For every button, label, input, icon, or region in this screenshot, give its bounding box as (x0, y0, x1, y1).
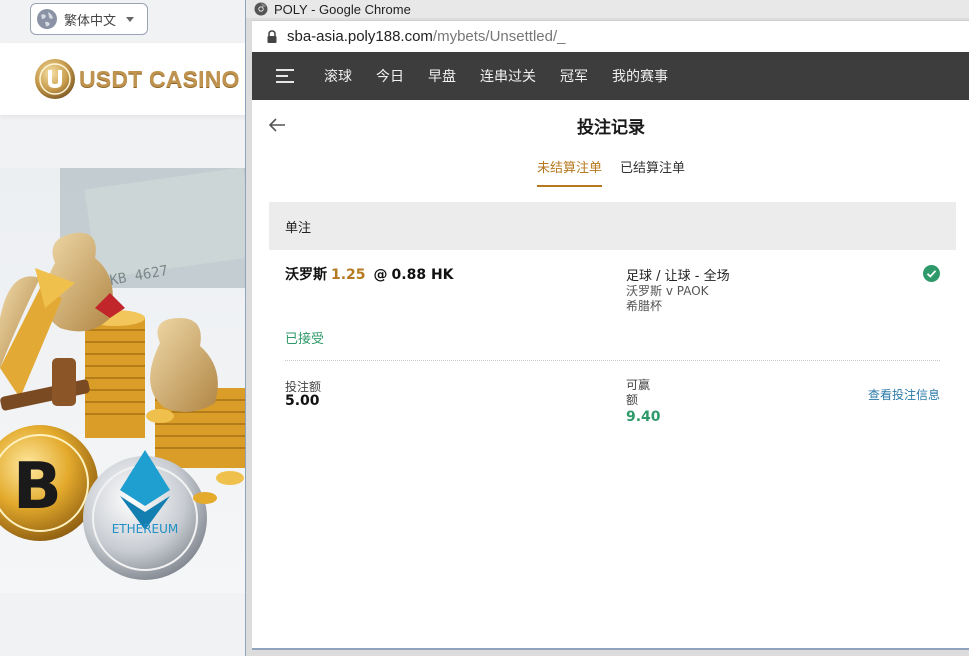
nav-item-my-events[interactable]: 我的赛事 (612, 66, 668, 86)
globe-icon (37, 9, 57, 29)
window-title: POLY - Google Chrome (274, 1, 411, 17)
window-titlebar[interactable]: POLY - Google Chrome (246, 0, 969, 18)
nav-item-parlay[interactable]: 连串过关 (480, 66, 536, 86)
url-path: /mybets/Unsettled/_ (432, 28, 566, 45)
background-casino-page: 繁体中文 USDT CASINO KB 4627 B ETHEREUM (0, 0, 250, 656)
check-circle-icon (923, 265, 940, 282)
back-arrow-icon[interactable] (266, 114, 288, 136)
ethereum-coin-label: ETHEREUM (112, 522, 179, 536)
bet-card: 沃罗斯 1.25 @0.88 HK 足球 / 让球 - 全场 沃罗斯 v PAOK … (285, 250, 940, 430)
chrome-browser-icon (254, 2, 268, 16)
tab-settled[interactable]: 已结算注单 (620, 157, 685, 185)
section-header-single-bets: 单注 (269, 202, 956, 250)
bet-selection: 沃罗斯 1.25 @0.88 HK (285, 264, 454, 284)
nav-item-today[interactable]: 今日 (376, 66, 404, 86)
divider (285, 360, 940, 361)
address-bar[interactable]: sba-asia.poly188.com/mybets/Unsettled/_ (252, 20, 969, 52)
casino-logo-emblem-icon (35, 59, 75, 99)
nav-item-outright[interactable]: 冠军 (560, 66, 588, 86)
casino-logo-bar: USDT CASINO (0, 43, 250, 115)
page-viewport: 滚球 今日 早盘 连串过关 冠军 我的赛事 投注记录 未结算注单 已结算注单 单… (252, 52, 969, 650)
bet-status-tabs: 未结算注单 已结算注单 (252, 150, 969, 190)
nav-item-early[interactable]: 早盘 (428, 66, 456, 86)
svg-text:B: B (13, 450, 62, 524)
view-bet-details-link[interactable]: 查看投注信息 (868, 386, 940, 403)
language-label: 繁体中文 (64, 13, 117, 29)
sportsbook-top-nav: 滚球 今日 早盘 连串过关 冠军 我的赛事 (252, 52, 969, 100)
page-header: 投注记录 (252, 100, 969, 150)
page-title: 投注记录 (577, 117, 645, 138)
selection-odds: 0.88 HK (391, 267, 454, 283)
selection-team: 沃罗斯 (285, 267, 327, 283)
tab-unsettled[interactable]: 未结算注单 (536, 157, 602, 187)
crypto-promo-banner: KB 4627 B ETHEREUM (0, 168, 250, 593)
url-host: sba-asia.poly188.com (287, 28, 433, 45)
lock-icon (267, 29, 277, 43)
hamburger-menu-icon[interactable] (276, 69, 294, 83)
selection-handicap: 1.25 (331, 267, 366, 283)
nav-item-inplay[interactable]: 滚球 (324, 66, 352, 86)
chrome-popup-window: POLY - Google Chrome sba-asia.poly188.co… (245, 0, 969, 656)
odds-at-symbol: @ (373, 267, 388, 283)
bet-league: 希腊杯 (626, 299, 663, 313)
chevron-down-icon (126, 16, 135, 22)
casino-logo-text: USDT CASINO (79, 65, 240, 92)
potential-win-label: 可赢额 (626, 378, 651, 407)
language-selector[interactable]: 繁体中文 (30, 3, 148, 35)
potential-win-value: 9.40 (626, 409, 661, 425)
url-text[interactable]: sba-asia.poly188.com/mybets/Unsettled/_ (287, 28, 565, 45)
stake-value: 5.00 (285, 393, 320, 409)
bet-status: 已接受 (285, 332, 325, 347)
